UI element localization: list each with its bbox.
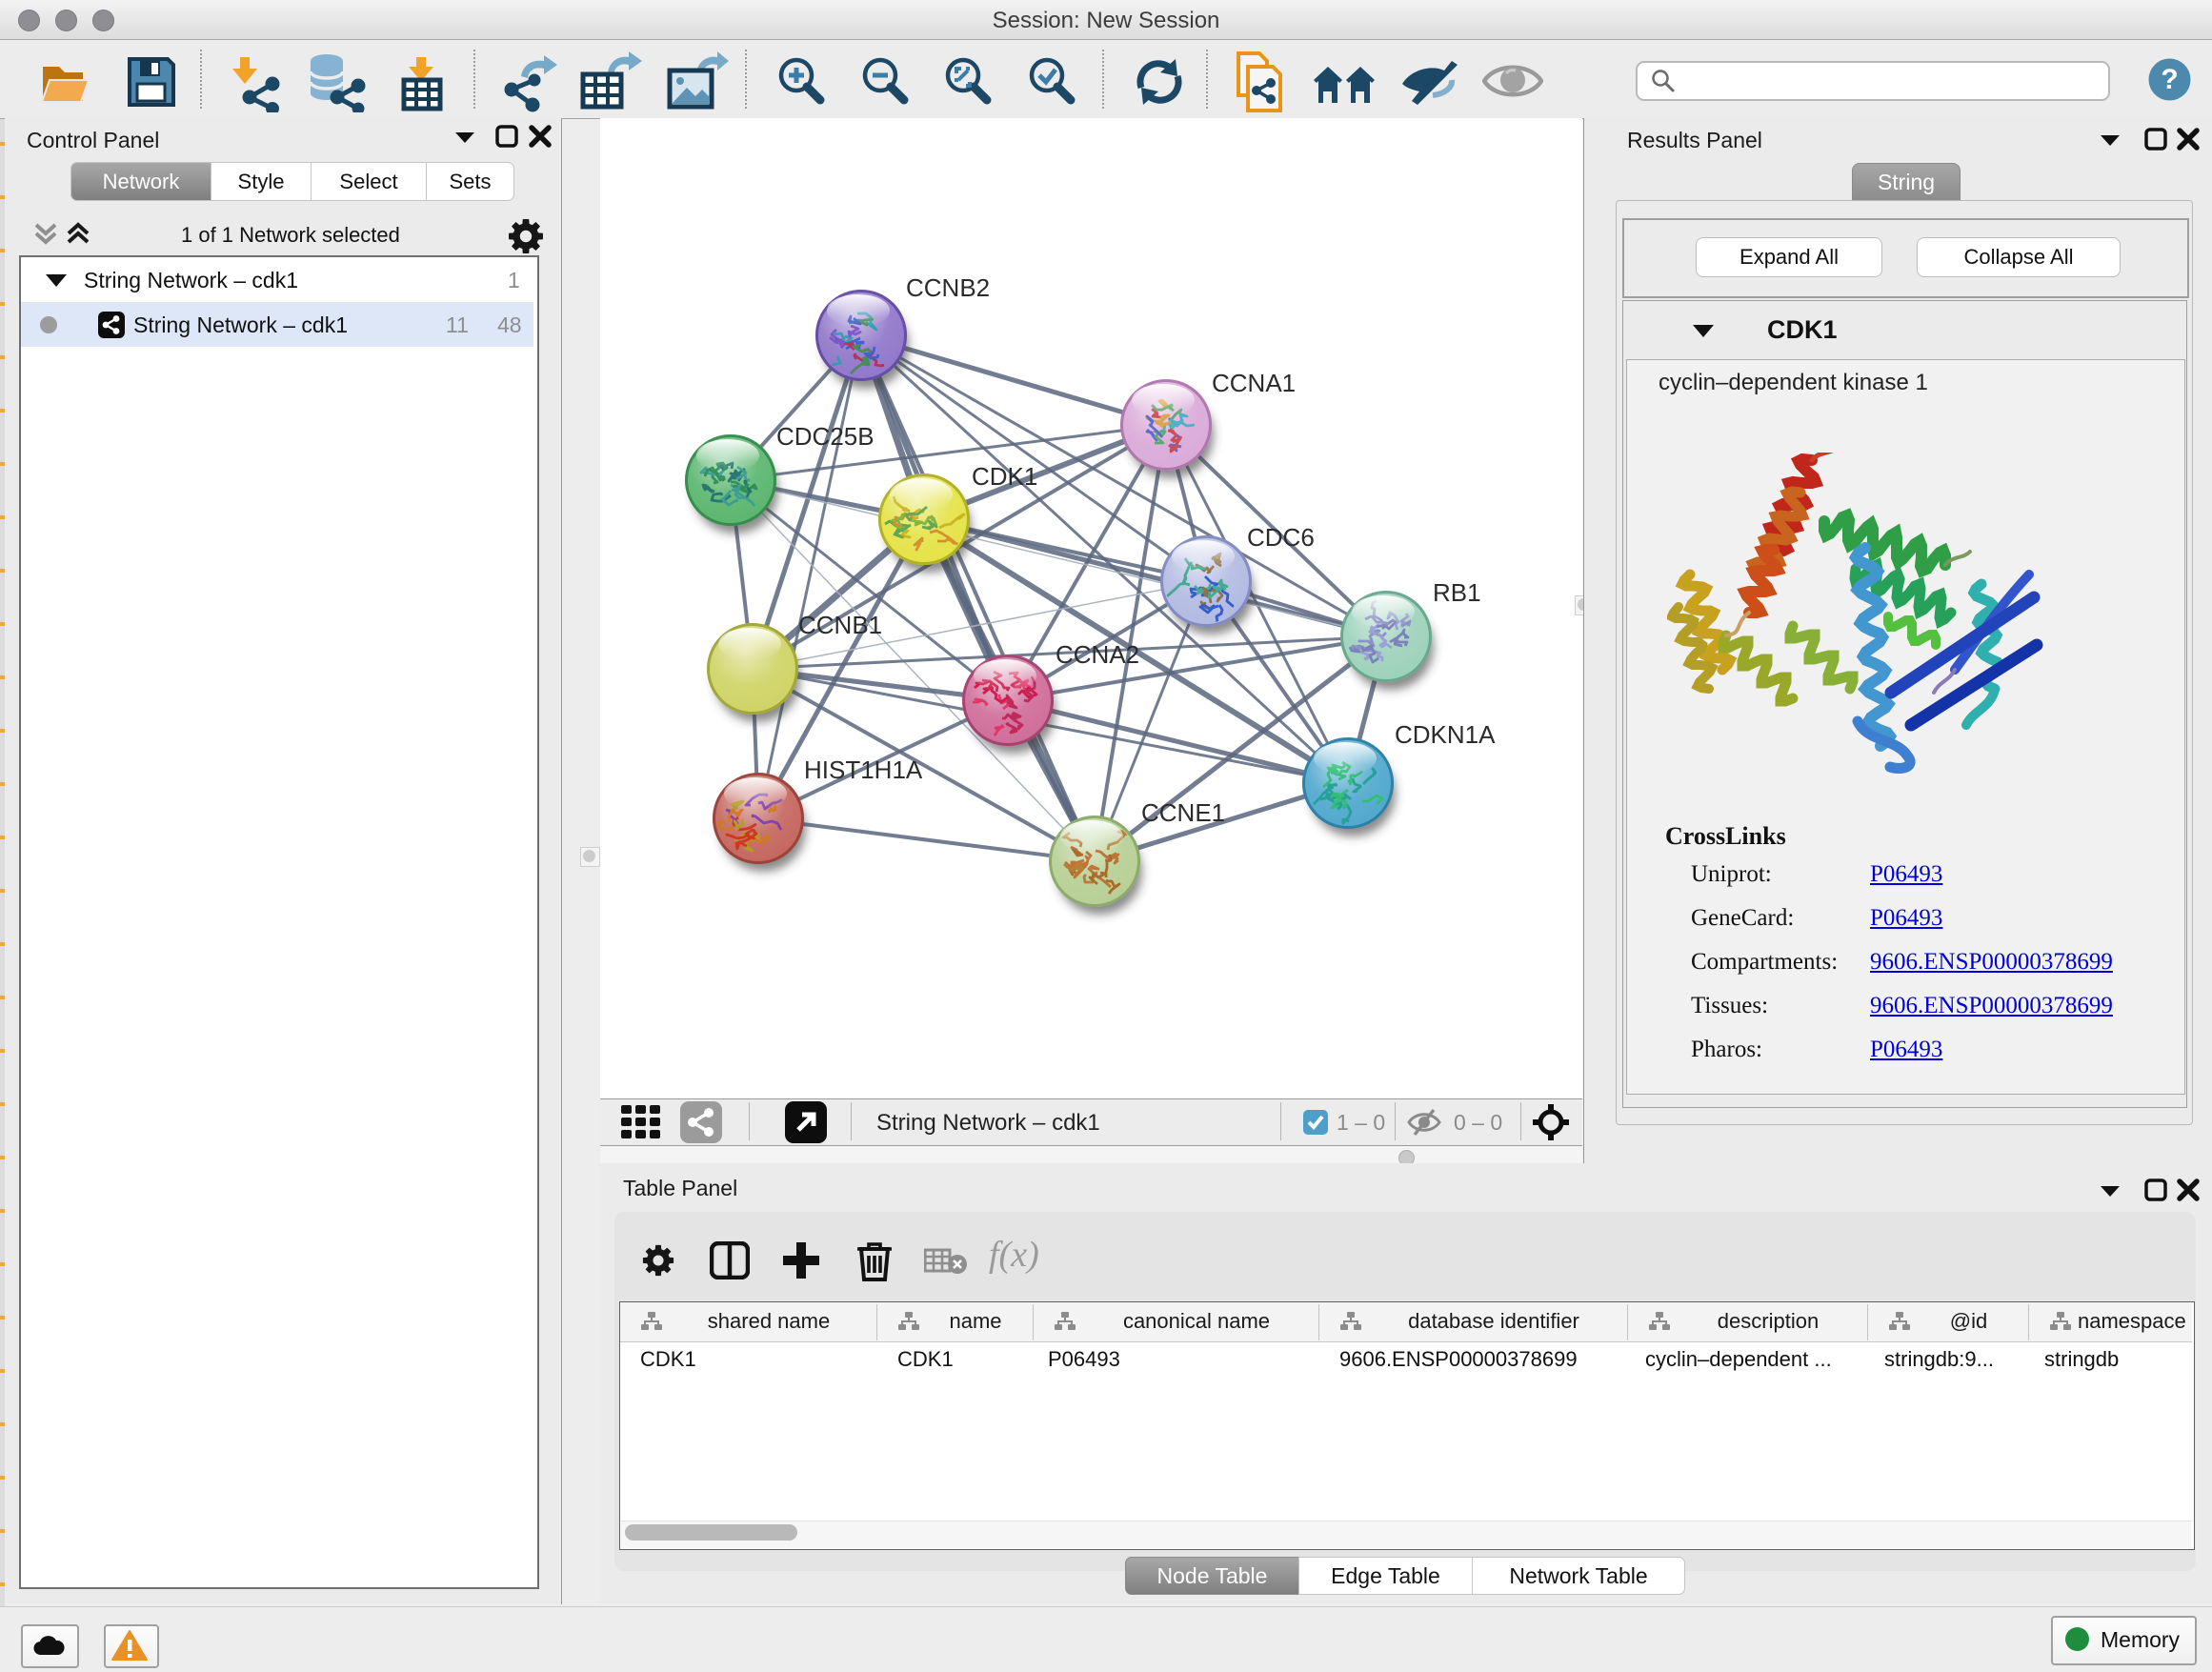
svg-text:CCNB1: CCNB1 <box>798 611 882 639</box>
svg-text:RB1: RB1 <box>1433 578 1481 607</box>
svg-text:HIST1H1A: HIST1H1A <box>804 755 923 784</box>
svg-text:CDK1: CDK1 <box>972 462 1037 491</box>
svg-text:CDKN1A: CDKN1A <box>1395 720 1496 749</box>
svg-text:CCNB2: CCNB2 <box>906 273 990 302</box>
svg-text:?: ? <box>2161 64 2178 95</box>
svg-text:CCNE1: CCNE1 <box>1141 798 1225 827</box>
svg-text:CDC6: CDC6 <box>1247 523 1315 552</box>
svg-text:CDC25B: CDC25B <box>776 422 875 451</box>
svg-text:CCNA1: CCNA1 <box>1212 369 1296 397</box>
svg-text:CCNA2: CCNA2 <box>1056 640 1139 669</box>
